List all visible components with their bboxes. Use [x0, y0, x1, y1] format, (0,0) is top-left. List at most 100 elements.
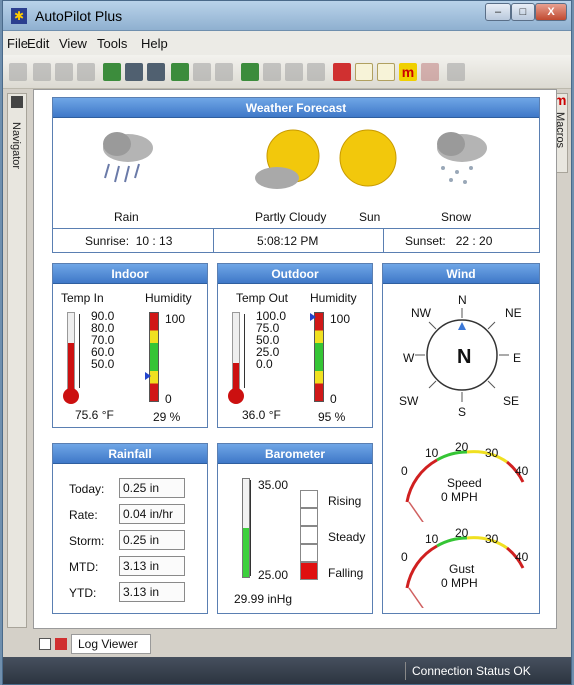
menu-bar: File Edit View Tools Help — [3, 31, 571, 55]
trend-falling-label: Falling — [328, 566, 364, 580]
indoor-humidity-max: 100 — [165, 312, 186, 326]
indoor-humidity-marker — [145, 371, 151, 380]
gust-tick-20: 20 — [455, 526, 469, 540]
app-window: ✱ AutoPilot Plus – □ X File Edit View To… — [2, 0, 572, 685]
gust-tick-10: 10 — [425, 532, 439, 546]
gust-label: Gust — [449, 562, 475, 576]
menu-help[interactable]: Help — [141, 36, 168, 51]
macros-icon[interactable]: m — [399, 63, 417, 81]
outdoor-temp-tick: 0.0 — [256, 357, 273, 371]
rainfall-label: Today: — [69, 482, 105, 496]
device-icon[interactable] — [125, 63, 143, 81]
outdoor-humidity-max: 100 — [330, 312, 351, 326]
title-bar[interactable]: ✱ AutoPilot Plus – □ X — [3, 1, 571, 31]
speed-tick-20: 20 — [455, 440, 469, 454]
device-add-icon[interactable] — [103, 63, 121, 81]
navigator-list-icon — [11, 96, 23, 108]
network-icon[interactable] — [147, 63, 165, 81]
rainfall-label: MTD: — [69, 560, 99, 574]
alarm-bell-icon[interactable] — [333, 63, 351, 81]
forecast-label-snow: Snow — [441, 210, 472, 224]
window-title: AutoPilot Plus — [35, 8, 123, 24]
report-icon[interactable] — [263, 63, 281, 81]
monitor-icon[interactable] — [215, 63, 233, 81]
speed-needle — [408, 501, 424, 522]
outdoor-humidity-min: 0 — [330, 392, 337, 406]
settings-wrench-icon[interactable] — [447, 63, 465, 81]
trend-falling-box — [300, 562, 318, 580]
gust-needle — [408, 587, 424, 608]
indoor-humidity-min: 0 — [165, 392, 172, 406]
gust-tick-30: 30 — [485, 532, 499, 546]
rainfall-value: 3.13 in — [119, 556, 185, 576]
trend-rising-box — [300, 490, 318, 508]
barometer-max: 35.00 — [258, 478, 289, 492]
partly-cloudy-icon — [255, 129, 320, 189]
schedule-icon[interactable] — [171, 63, 189, 81]
weather-dashboard: Weather Forecast Rain Partly Cloudy Sun … — [33, 89, 557, 629]
rainfall-title: Rainfall — [53, 444, 207, 464]
checkbox-icon[interactable] — [307, 63, 325, 81]
trend-rising-label: Rising — [328, 494, 362, 508]
calendar-icon[interactable] — [421, 63, 439, 81]
outdoor-humidity-label: Humidity — [310, 291, 357, 305]
filter-icon[interactable] — [33, 63, 51, 81]
forecast-label-partly-cloudy: Partly Cloudy — [255, 210, 327, 224]
alarm-bell-icon[interactable] — [55, 638, 67, 650]
outdoor-panel: Outdoor Temp Out Humidity 100.0 75.0 50.… — [217, 263, 373, 428]
toolbar-grip-icon[interactable] — [9, 63, 27, 81]
speed-value: 0 MPH — [441, 490, 478, 504]
sunrise-text: Sunrise: 10 : 13 — [85, 234, 173, 248]
outdoor-humidity-bar — [314, 312, 324, 402]
app-icon: ✱ — [11, 8, 27, 24]
outdoor-title: Outdoor — [218, 264, 372, 284]
indoor-temp-value: 75.6 °F — [75, 408, 114, 422]
rainfall-value: 3.13 in — [119, 582, 185, 602]
document-tab-bar: Log Viewer — [33, 634, 557, 654]
filter-remove-icon[interactable] — [77, 63, 95, 81]
menu-file[interactable]: File — [7, 36, 28, 51]
forecast-title: Weather Forecast — [53, 98, 539, 118]
compass-label-w: W — [403, 351, 415, 365]
menu-view[interactable]: View — [59, 36, 87, 51]
compass-label-nw: NW — [411, 306, 431, 320]
minimize-button[interactable]: – — [485, 3, 511, 21]
notes-icon[interactable] — [355, 63, 373, 81]
wind-title: Wind — [383, 264, 539, 284]
rain-cloud-icon — [103, 132, 153, 183]
forecast-label-rain: Rain — [114, 210, 139, 224]
close-button[interactable]: X — [535, 3, 567, 21]
tab-log-viewer[interactable]: Log Viewer — [71, 634, 151, 654]
trend-steady-box — [300, 526, 318, 544]
speed-label: Speed — [447, 476, 482, 490]
rainfall-label: YTD: — [69, 586, 97, 600]
menu-edit[interactable]: Edit — [27, 36, 49, 51]
list-view-icon[interactable] — [39, 638, 51, 650]
tools-icon[interactable] — [285, 63, 303, 81]
gust-tick-0: 0 — [401, 550, 408, 564]
users-icon[interactable] — [193, 63, 211, 81]
outdoor-thermometer — [232, 312, 240, 392]
filter-add-icon[interactable] — [55, 63, 73, 81]
edit-icon[interactable] — [241, 63, 259, 81]
speed-tick-40: 40 — [515, 464, 529, 478]
trend-steady-label: Steady — [328, 530, 366, 544]
speed-tick-0: 0 — [401, 464, 408, 478]
barometer-panel: Barometer 35.00 25.00 29.99 inHg Rising … — [217, 443, 373, 614]
outdoor-temp-label: Temp Out — [236, 291, 289, 305]
snow-cloud-icon — [437, 132, 487, 184]
maximize-button[interactable]: □ — [511, 3, 535, 21]
rainfall-label: Storm: — [69, 534, 105, 548]
indoor-title: Indoor — [53, 264, 207, 284]
rainfall-value: 0.25 in — [119, 478, 185, 498]
list-icon[interactable] — [377, 63, 395, 81]
wind-heading: N — [457, 346, 472, 368]
compass-label-n: N — [458, 293, 467, 307]
menu-tools[interactable]: Tools — [97, 36, 127, 51]
gust-tick-40: 40 — [515, 550, 529, 564]
navigator-panel-tab[interactable]: Navigator — [7, 93, 27, 628]
indoor-panel: Indoor Temp In Humidity 90.0 80.0 70.0 6… — [52, 263, 208, 428]
forecast-panel: Weather Forecast Rain Partly Cloudy Sun … — [52, 97, 540, 253]
connection-status: Connection Status OK — [405, 662, 565, 680]
indoor-humidity-label: Humidity — [145, 291, 192, 305]
